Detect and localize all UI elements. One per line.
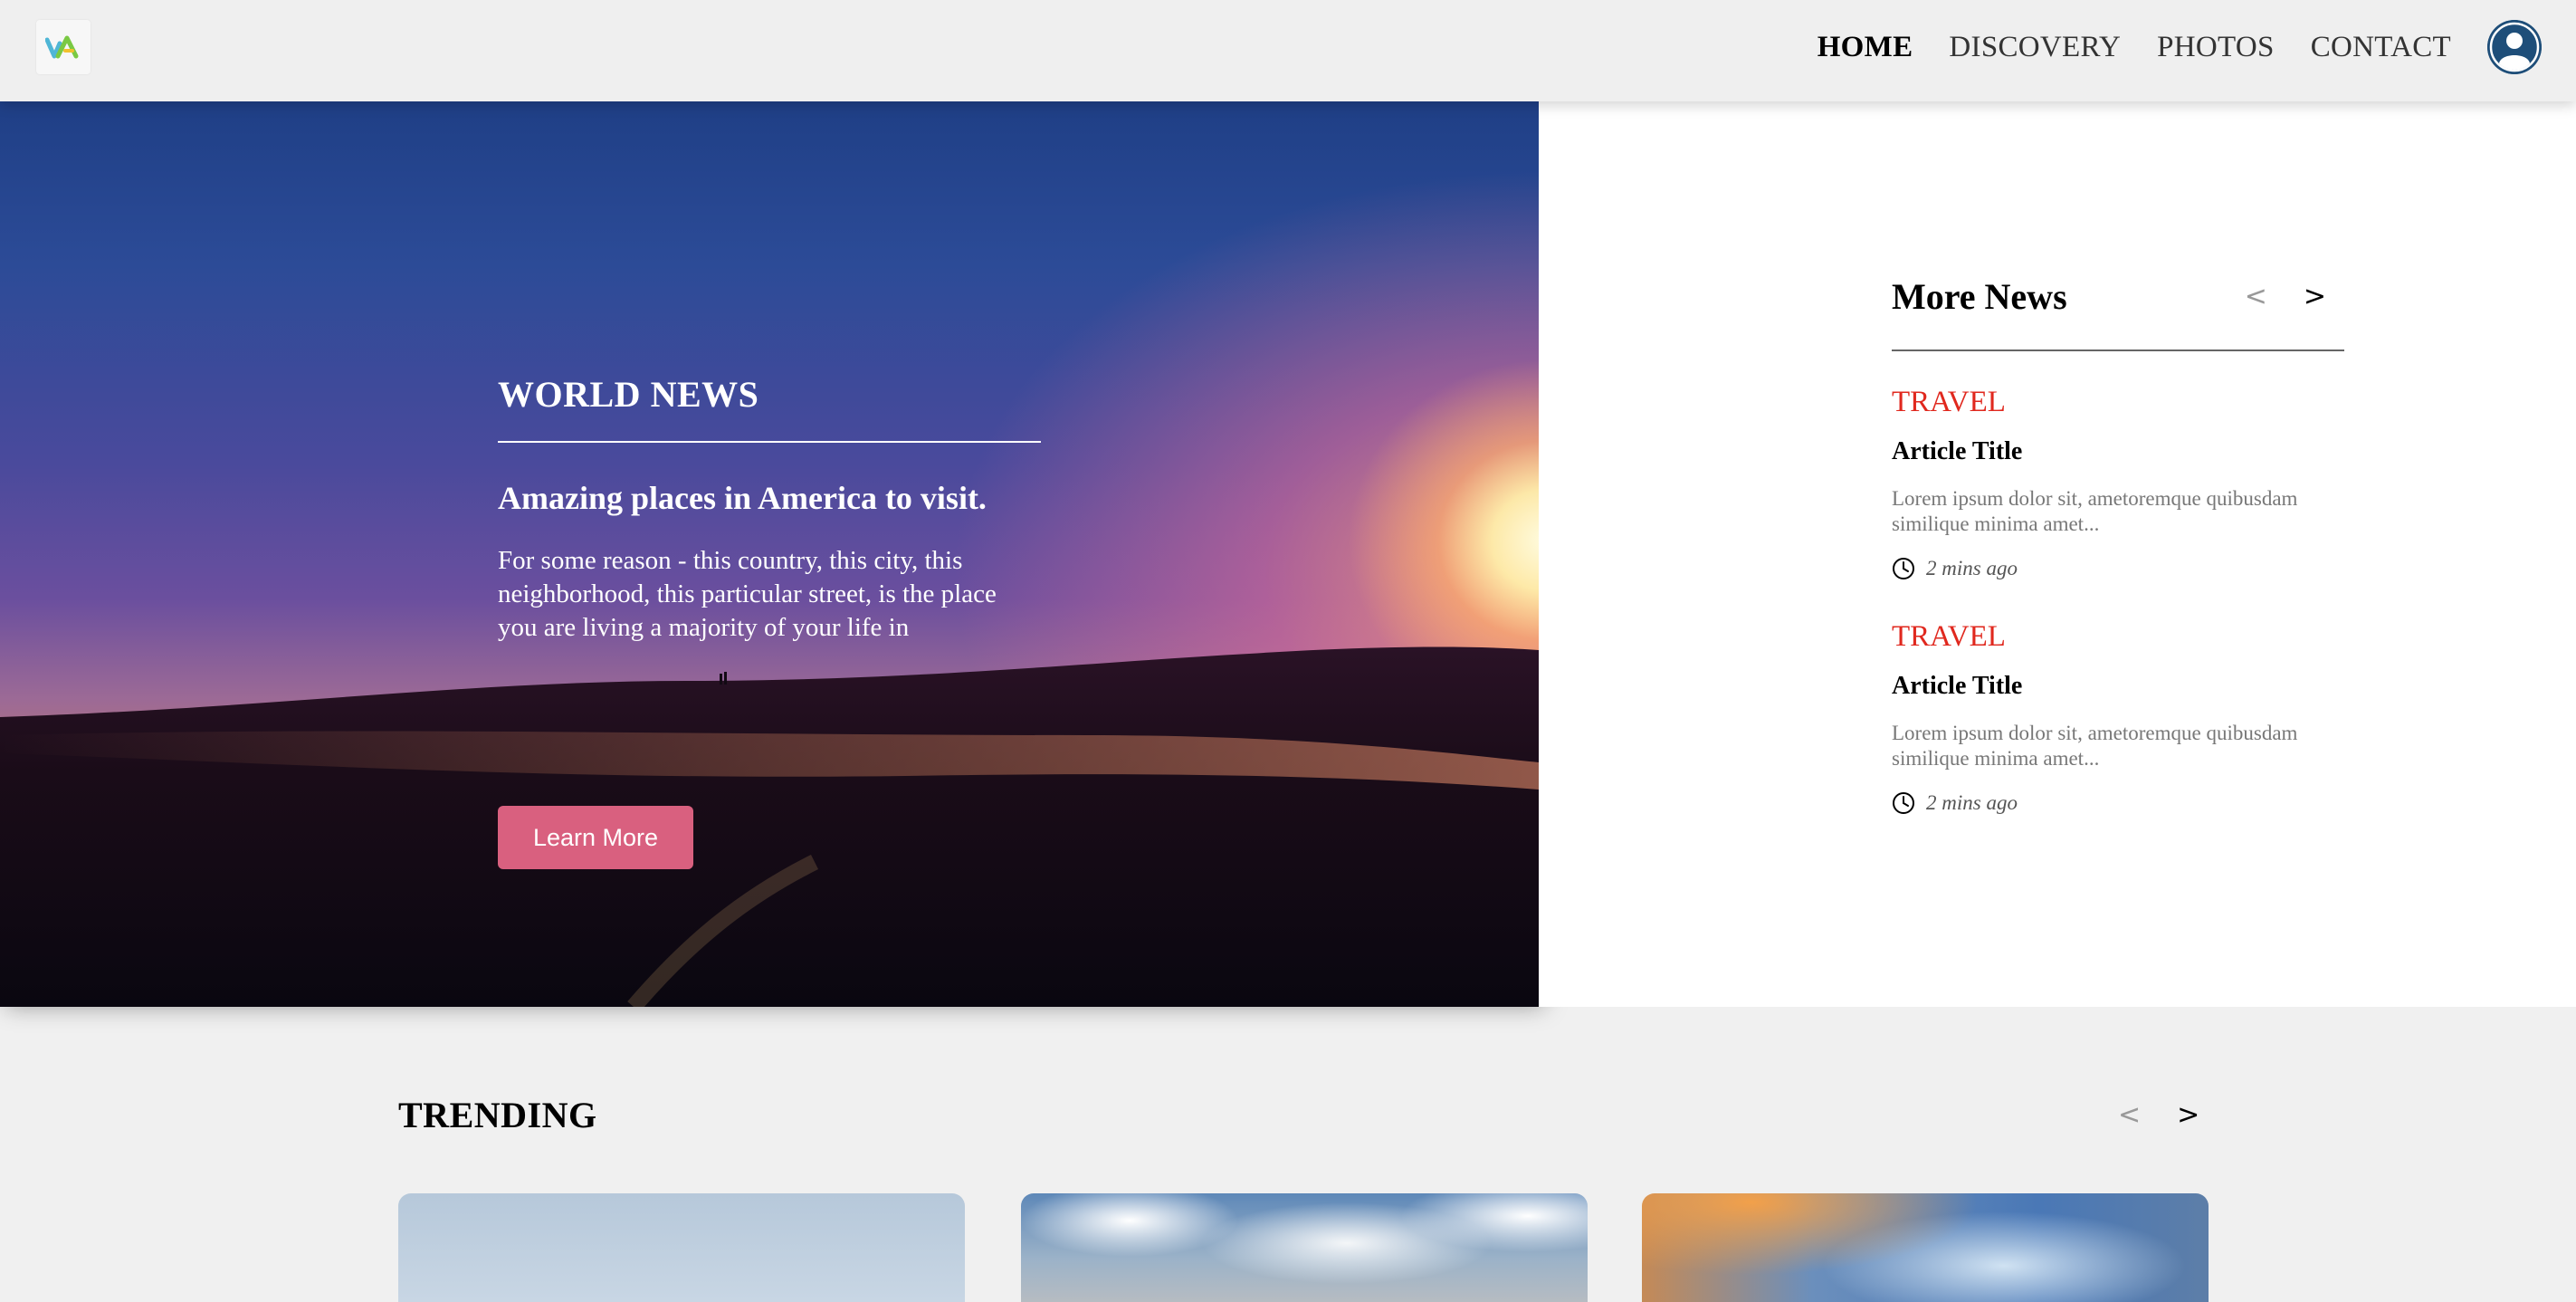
trending-next-button[interactable]: > <box>2177 1099 2199 1131</box>
clock-icon <box>1893 558 1914 579</box>
more-news-arrows: < > <box>2245 281 2344 312</box>
hero-divider <box>498 441 1041 443</box>
more-news-panel: More News < > TRAVEL Article Title Lorem… <box>1539 101 2576 1007</box>
article-time: 2 mins ago <box>1892 557 2344 580</box>
navbar: HOME DISCOVERY PHOTOS CONTACT <box>0 0 2576 101</box>
nav-links: HOME DISCOVERY PHOTOS CONTACT <box>1818 0 2451 94</box>
article-category[interactable]: TRAVEL <box>1892 386 2344 419</box>
article-card[interactable]: TRAVEL Article Title Lorem ipsum dolor s… <box>1892 386 2344 580</box>
user-avatar-icon <box>2487 20 2542 74</box>
article-title[interactable]: Article Title <box>1892 437 2344 466</box>
article-time-label: 2 mins ago <box>1926 791 2018 814</box>
nav-link-contact[interactable]: CONTACT <box>2311 31 2451 64</box>
more-news-divider <box>1892 349 2344 351</box>
more-news: More News < > TRAVEL Article Title Lorem… <box>1892 273 2344 815</box>
article-time-label: 2 mins ago <box>1926 557 2018 579</box>
article-card[interactable]: TRAVEL Article Title Lorem ipsum dolor s… <box>1892 620 2344 815</box>
hero-title: Amazing places in America to visit. <box>498 480 987 516</box>
more-news-title: More News <box>1892 275 2067 317</box>
hero-kicker: WORLD NEWS <box>498 374 759 415</box>
article-time: 2 mins ago <box>1892 791 2344 815</box>
more-news-next-button[interactable]: > <box>2304 281 2326 312</box>
more-news-header: More News < > <box>1892 273 2344 319</box>
trending-title: TRENDING <box>398 1095 597 1135</box>
article-excerpt: Lorem ipsum dolor sit, ametoremque quibu… <box>1892 722 2298 770</box>
hero-banner: WORLD NEWS Amazing places in America to … <box>0 101 1539 1007</box>
trending-arrows: < > <box>2118 1099 2199 1131</box>
nav-link-home[interactable]: HOME <box>1818 31 1913 64</box>
logo-icon <box>45 35 79 59</box>
trending-prev-button[interactable]: < <box>2118 1099 2141 1131</box>
hero-text: For some reason - this country, this cit… <box>498 546 997 642</box>
nav-link-discovery[interactable]: DISCOVERY <box>1949 31 2121 64</box>
article-excerpt: Lorem ipsum dolor sit, ametoremque quibu… <box>1892 487 2298 535</box>
trending-card-image[interactable] <box>1642 1193 2209 1302</box>
article-category[interactable]: TRAVEL <box>1892 620 2344 654</box>
clock-icon <box>1893 792 1914 814</box>
logo[interactable] <box>36 20 91 74</box>
trending-card-image[interactable] <box>398 1193 965 1302</box>
trending-card-image[interactable] <box>1021 1193 1588 1302</box>
article-title[interactable]: Article Title <box>1892 672 2344 701</box>
more-news-prev-button[interactable]: < <box>2245 281 2267 312</box>
nav-link-photos[interactable]: PHOTOS <box>2157 31 2275 64</box>
learn-more-button[interactable]: Learn More <box>498 806 693 869</box>
hero-content: WORLD NEWS Amazing places in America to … <box>498 373 1041 869</box>
avatar[interactable] <box>2487 20 2542 74</box>
